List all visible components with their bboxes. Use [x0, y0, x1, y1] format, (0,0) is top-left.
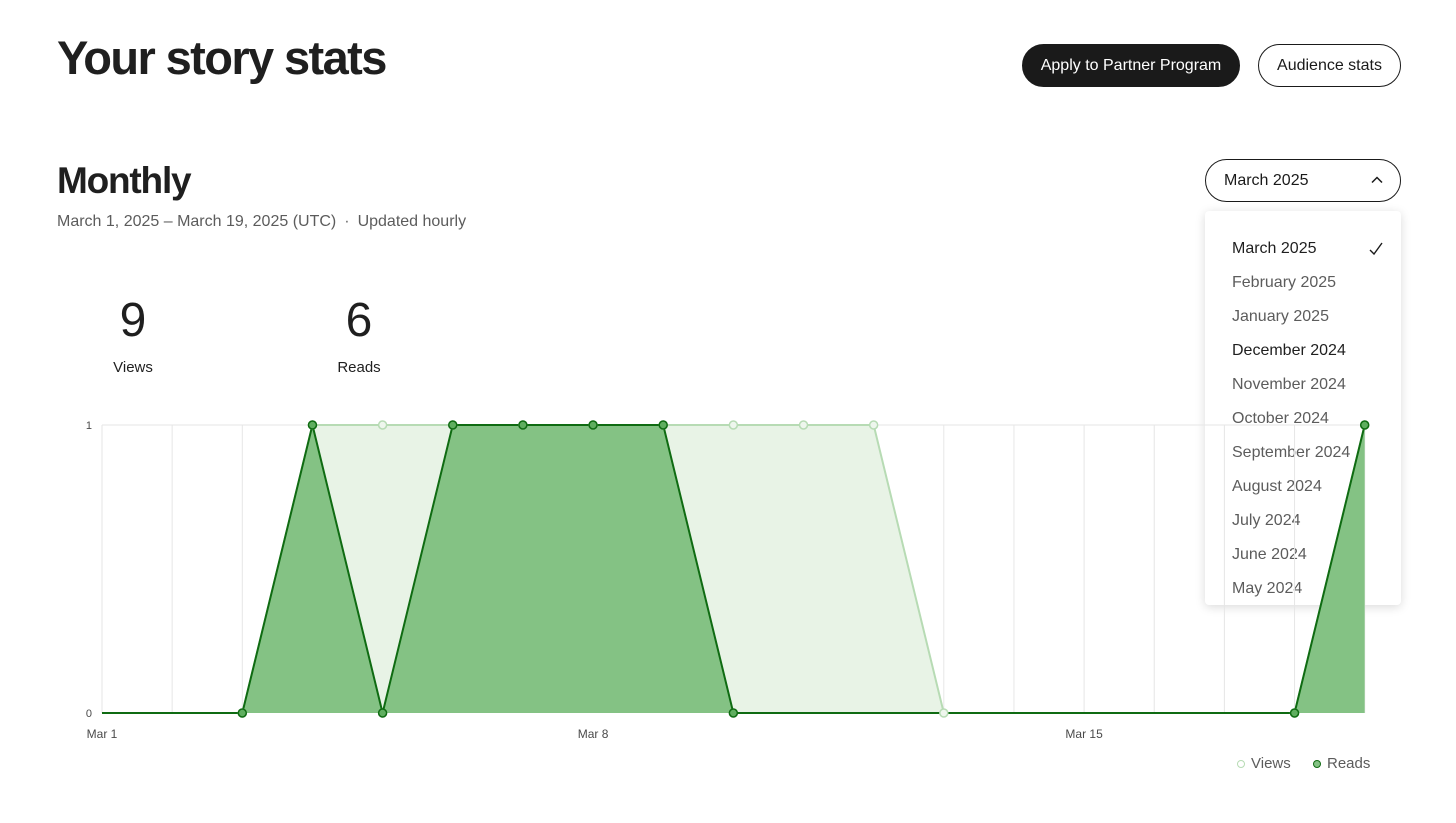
reads-legend-swatch	[1313, 759, 1321, 768]
views-point	[939, 708, 949, 718]
x-tick-label: Mar 1	[87, 727, 118, 741]
reads-point	[377, 708, 388, 718]
reads-point	[1289, 708, 1300, 718]
views-legend-label: Views	[1251, 755, 1291, 772]
views-legend-swatch	[1237, 759, 1245, 768]
reads-point	[518, 420, 528, 430]
reads-point	[588, 420, 598, 430]
reads-point	[1359, 420, 1370, 430]
y-tick-label: 0	[86, 708, 92, 720]
legend-views: Views	[1237, 755, 1291, 772]
views-point	[868, 420, 879, 430]
y-tick-label: 1	[86, 420, 92, 432]
reads-point	[728, 708, 739, 718]
views-point	[728, 420, 739, 430]
views-point	[798, 420, 809, 430]
legend-reads: Reads	[1313, 755, 1370, 772]
reads-point	[237, 708, 248, 718]
reads-point	[658, 420, 668, 430]
views-point	[377, 420, 388, 430]
x-tick-label: Mar 8	[578, 727, 609, 741]
x-tick-label: Mar 15	[1065, 727, 1103, 741]
reads-point	[307, 420, 318, 430]
reads-legend-label: Reads	[1327, 755, 1371, 772]
reads-point	[448, 420, 458, 430]
views-reads-area-chart: 0 1 Mar 1 Mar 8 Mar 15	[86, 420, 1370, 741]
